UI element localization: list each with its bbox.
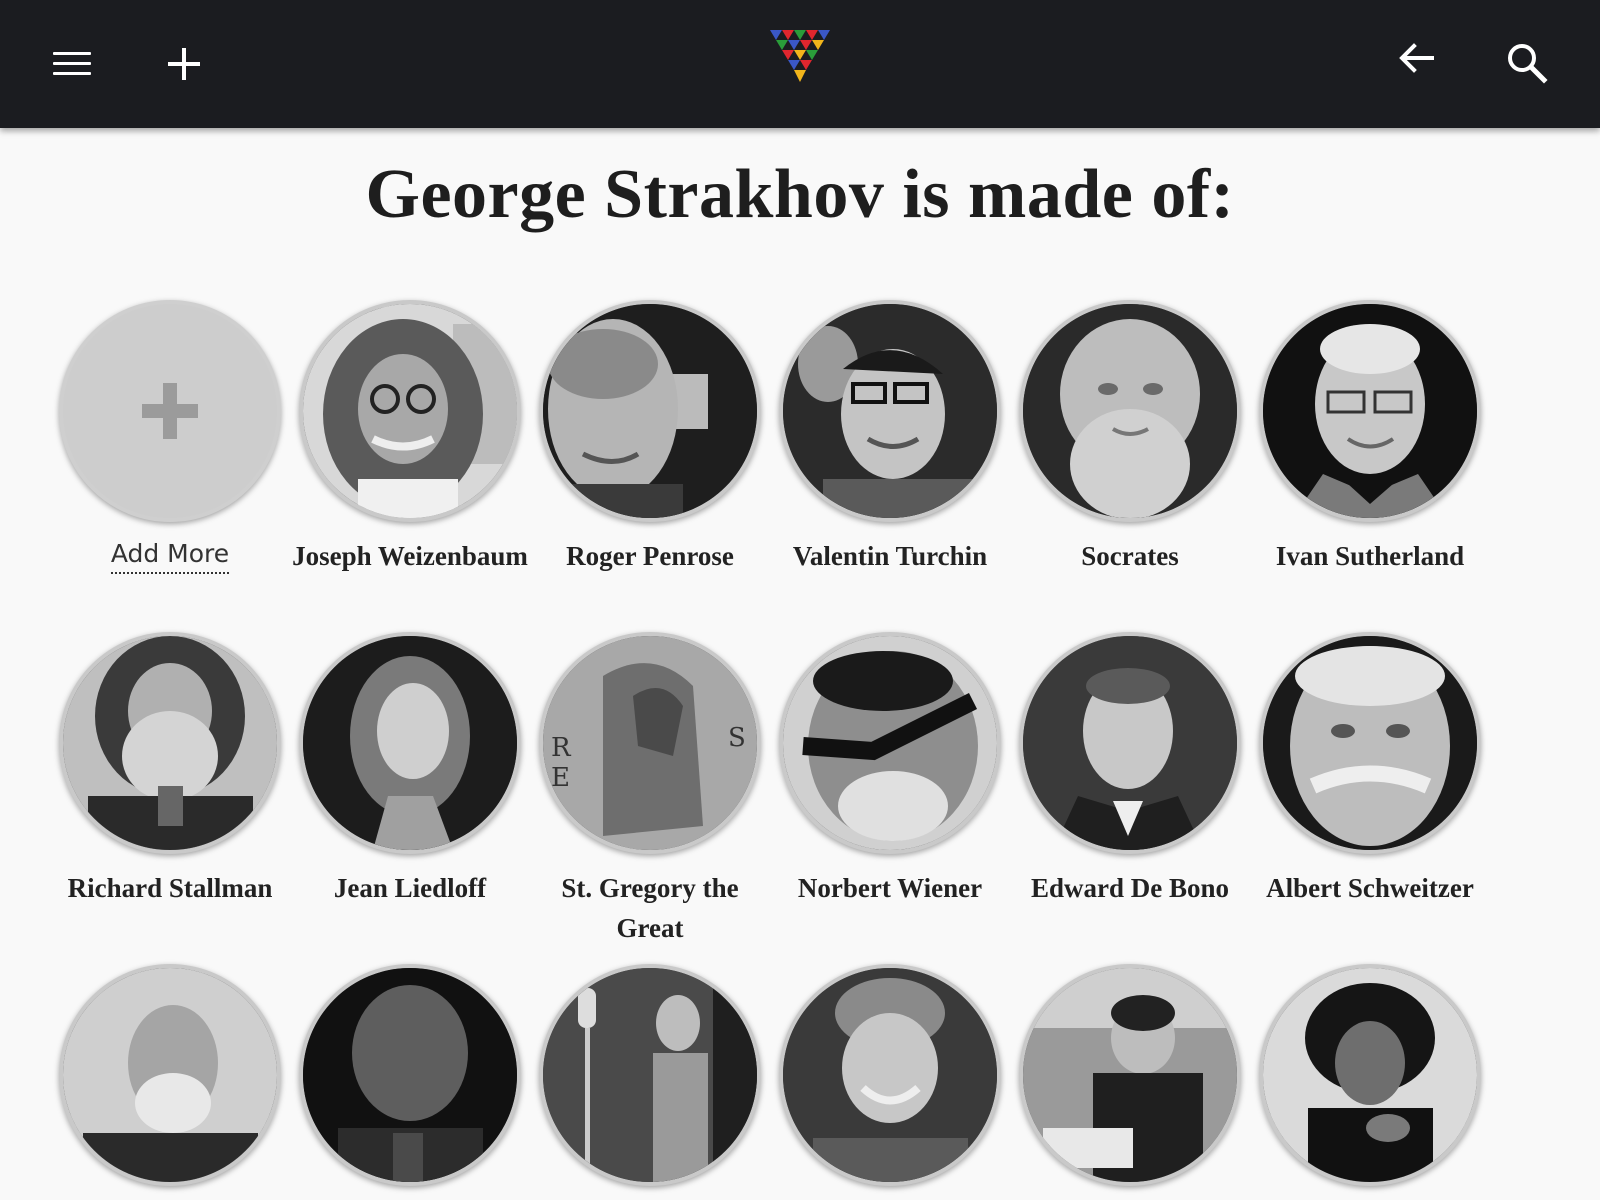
person-name[interactable]: St. Gregory the Great: [530, 868, 770, 948]
person-name[interactable]: Valentin Turchin: [770, 536, 1010, 576]
people-grid: Add More Joseph Weizenbaum Roger Penrose…: [0, 0, 1600, 1200]
person-avatar[interactable]: [59, 964, 281, 1186]
person-card[interactable]: Norbert Wiener: [770, 632, 1010, 908]
person-name[interactable]: Roger Penrose: [530, 536, 770, 576]
person-avatar[interactable]: [539, 964, 761, 1186]
person-card[interactable]: [770, 964, 1010, 1200]
person-avatar[interactable]: [59, 632, 281, 854]
person-name[interactable]: Albert Schweitzer: [1250, 868, 1490, 908]
person-card[interactable]: Albert Schweitzer: [1250, 632, 1490, 908]
person-card[interactable]: Socrates: [1010, 300, 1250, 576]
person-card[interactable]: [290, 964, 530, 1200]
plus-icon: [142, 383, 198, 439]
person-avatar[interactable]: [1019, 632, 1241, 854]
person-card[interactable]: [530, 964, 770, 1200]
person-name[interactable]: Ivan Sutherland: [1250, 536, 1490, 576]
person-card[interactable]: Edward De Bono: [1010, 632, 1250, 908]
add-more-label[interactable]: Add More: [110, 536, 230, 574]
person-avatar[interactable]: [779, 300, 1001, 522]
person-card[interactable]: [50, 964, 290, 1200]
person-card[interactable]: RE S St. Gregory the Great: [530, 632, 770, 948]
person-card[interactable]: Joseph Weizenbaum: [290, 300, 530, 576]
person-card[interactable]: Roger Penrose: [530, 300, 770, 576]
person-avatar[interactable]: [299, 632, 521, 854]
person-name[interactable]: Richard Stallman: [50, 868, 290, 908]
person-card[interactable]: Richard Stallman: [50, 632, 290, 908]
person-name[interactable]: Edward De Bono: [1010, 868, 1250, 908]
person-avatar[interactable]: [299, 964, 521, 1186]
person-avatar[interactable]: [779, 632, 1001, 854]
person-name[interactable]: Socrates: [1010, 536, 1250, 576]
person-avatar[interactable]: RE S: [539, 632, 761, 854]
person-avatar[interactable]: [779, 964, 1001, 1186]
person-avatar[interactable]: [299, 300, 521, 522]
person-avatar[interactable]: [539, 300, 761, 522]
person-avatar[interactable]: [1259, 300, 1481, 522]
person-card[interactable]: [1010, 964, 1250, 1200]
svg-text:E: E: [551, 763, 570, 793]
add-more-circle[interactable]: [59, 300, 281, 522]
person-card[interactable]: Ivan Sutherland: [1250, 300, 1490, 576]
svg-text:S: S: [728, 723, 746, 753]
person-name[interactable]: Joseph Weizenbaum: [290, 536, 530, 576]
person-card[interactable]: [1250, 964, 1490, 1200]
person-avatar[interactable]: [1259, 632, 1481, 854]
person-avatar[interactable]: [1019, 300, 1241, 522]
person-name[interactable]: Jean Liedloff: [290, 868, 530, 908]
person-avatar[interactable]: [1019, 964, 1241, 1186]
person-card[interactable]: Jean Liedloff: [290, 632, 530, 908]
add-more-button[interactable]: Add More: [50, 300, 290, 574]
svg-text:R: R: [551, 733, 572, 763]
person-name[interactable]: Norbert Wiener: [770, 868, 1010, 908]
person-card[interactable]: Valentin Turchin: [770, 300, 1010, 576]
person-avatar[interactable]: [1259, 964, 1481, 1186]
